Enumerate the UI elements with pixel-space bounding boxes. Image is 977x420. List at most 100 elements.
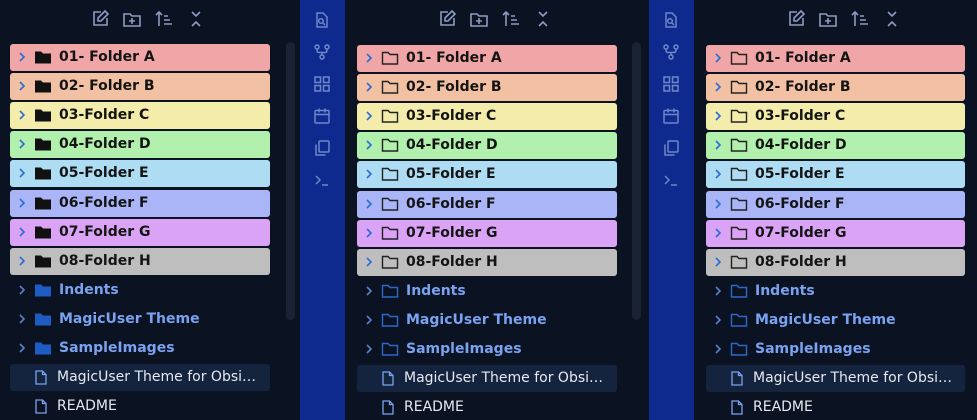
chevron-right-icon[interactable]: [363, 343, 375, 355]
folder-row[interactable]: 07-Folder G: [10, 219, 270, 246]
calendar-icon[interactable]: [662, 107, 680, 125]
folder-row[interactable]: 05-Folder E: [706, 161, 965, 188]
chevron-right-icon[interactable]: [712, 168, 724, 180]
chevron-right-icon[interactable]: [363, 198, 375, 210]
chevron-right-icon[interactable]: [16, 51, 28, 63]
folder-row[interactable]: 06-Folder F: [357, 191, 617, 218]
subfolder-row[interactable]: SampleImages: [10, 335, 270, 362]
subfolder-row[interactable]: MagicUser Theme: [706, 307, 965, 334]
folder-row[interactable]: 04-Folder D: [706, 132, 965, 159]
chevron-right-icon[interactable]: [712, 256, 724, 268]
chevron-right-icon[interactable]: [712, 81, 724, 93]
terminal-icon[interactable]: [313, 171, 331, 189]
collapse-all-icon[interactable]: [882, 9, 902, 29]
file-row[interactable]: README: [357, 394, 617, 420]
folder-row[interactable]: 03-Folder C: [706, 103, 965, 130]
layout-grid-icon[interactable]: [313, 75, 331, 93]
chevron-right-icon[interactable]: [16, 138, 28, 150]
sort-icon[interactable]: [501, 9, 521, 29]
collapse-all-icon[interactable]: [533, 9, 553, 29]
chevron-right-icon[interactable]: [363, 314, 375, 326]
chevron-right-icon[interactable]: [712, 198, 724, 210]
collapse-all-icon[interactable]: [186, 9, 206, 29]
subfolder-row[interactable]: SampleImages: [357, 336, 617, 363]
git-fork-icon[interactable]: [313, 43, 331, 61]
folder-row[interactable]: 01- Folder A: [10, 44, 270, 71]
layout-grid-icon[interactable]: [662, 75, 680, 93]
folder-row[interactable]: 06-Folder F: [10, 190, 270, 217]
sort-icon[interactable]: [154, 9, 174, 29]
chevron-right-icon[interactable]: [712, 110, 724, 122]
subfolder-row[interactable]: Indents: [357, 278, 617, 305]
chevron-right-icon[interactable]: [363, 52, 375, 64]
new-folder-icon[interactable]: [469, 9, 489, 29]
chevron-right-icon[interactable]: [363, 285, 375, 297]
chevron-right-icon[interactable]: [16, 226, 28, 238]
chevron-right-icon[interactable]: [363, 139, 375, 151]
new-note-icon[interactable]: [437, 9, 457, 29]
chevron-right-icon[interactable]: [16, 313, 28, 325]
chevron-right-icon[interactable]: [712, 314, 724, 326]
new-folder-icon[interactable]: [818, 9, 838, 29]
folder-row[interactable]: 05-Folder E: [10, 160, 270, 187]
file-row[interactable]: README: [706, 394, 965, 420]
file-row[interactable]: README: [10, 393, 270, 420]
folder-row[interactable]: 06-Folder F: [706, 191, 965, 218]
folder-row[interactable]: 08-Folder H: [10, 248, 270, 275]
chevron-right-icon[interactable]: [16, 109, 28, 121]
chevron-right-icon[interactable]: [363, 168, 375, 180]
folder-row[interactable]: 05-Folder E: [357, 161, 617, 188]
folder-row[interactable]: 04-Folder D: [10, 131, 270, 158]
chevron-right-icon[interactable]: [712, 343, 724, 355]
file-row[interactable]: MagicUser Theme for Obsidian: [706, 365, 965, 392]
folder-row[interactable]: 02- Folder B: [357, 74, 617, 101]
folder-row[interactable]: 02- Folder B: [10, 73, 270, 100]
chevron-right-icon[interactable]: [712, 52, 724, 64]
subfolder-row[interactable]: MagicUser Theme: [10, 306, 270, 333]
folder-row[interactable]: 01- Folder A: [357, 45, 617, 72]
folder-row[interactable]: 03-Folder C: [10, 102, 270, 129]
chevron-right-icon[interactable]: [363, 227, 375, 239]
chevron-right-icon[interactable]: [712, 227, 724, 239]
folder-row[interactable]: 07-Folder G: [706, 220, 965, 247]
file-search-icon[interactable]: [662, 11, 680, 29]
folder-row[interactable]: 02- Folder B: [706, 74, 965, 101]
chevron-right-icon[interactable]: [16, 197, 28, 209]
chevron-right-icon[interactable]: [363, 81, 375, 93]
new-note-icon[interactable]: [786, 9, 806, 29]
folder-row[interactable]: 08-Folder H: [706, 249, 965, 276]
chevron-right-icon[interactable]: [16, 167, 28, 179]
folder-row[interactable]: 01- Folder A: [706, 45, 965, 72]
folder-row[interactable]: 08-Folder H: [357, 249, 617, 276]
file-search-icon[interactable]: [313, 11, 331, 29]
subfolder-row[interactable]: Indents: [10, 277, 270, 304]
chevron-right-icon[interactable]: [712, 285, 724, 297]
subfolder-row[interactable]: Indents: [706, 278, 965, 305]
new-note-icon[interactable]: [90, 9, 110, 29]
subfolder-row[interactable]: SampleImages: [706, 336, 965, 363]
folder-label: 08-Folder H: [59, 253, 151, 269]
folder-row[interactable]: 07-Folder G: [357, 220, 617, 247]
chevron-right-icon[interactable]: [363, 256, 375, 268]
scrollbar[interactable]: [632, 42, 641, 320]
chevron-right-icon[interactable]: [16, 284, 28, 296]
chevron-right-icon[interactable]: [712, 139, 724, 151]
chevron-right-icon[interactable]: [16, 342, 28, 354]
chevron-right-icon[interactable]: [16, 255, 28, 267]
terminal-icon[interactable]: [662, 171, 680, 189]
new-folder-icon[interactable]: [122, 9, 142, 29]
subfolder-row[interactable]: MagicUser Theme: [357, 307, 617, 334]
folder-label: 04-Folder D: [59, 136, 151, 152]
calendar-icon[interactable]: [313, 107, 331, 125]
git-fork-icon[interactable]: [662, 43, 680, 61]
file-row[interactable]: MagicUser Theme for Obsidian: [10, 364, 270, 391]
copy-icon[interactable]: [662, 139, 680, 157]
sort-icon[interactable]: [850, 9, 870, 29]
file-row[interactable]: MagicUser Theme for Obsidian: [357, 365, 617, 392]
folder-row[interactable]: 04-Folder D: [357, 132, 617, 159]
chevron-right-icon[interactable]: [16, 80, 28, 92]
scrollbar[interactable]: [286, 42, 295, 320]
folder-row[interactable]: 03-Folder C: [357, 103, 617, 130]
copy-icon[interactable]: [313, 139, 331, 157]
chevron-right-icon[interactable]: [363, 110, 375, 122]
